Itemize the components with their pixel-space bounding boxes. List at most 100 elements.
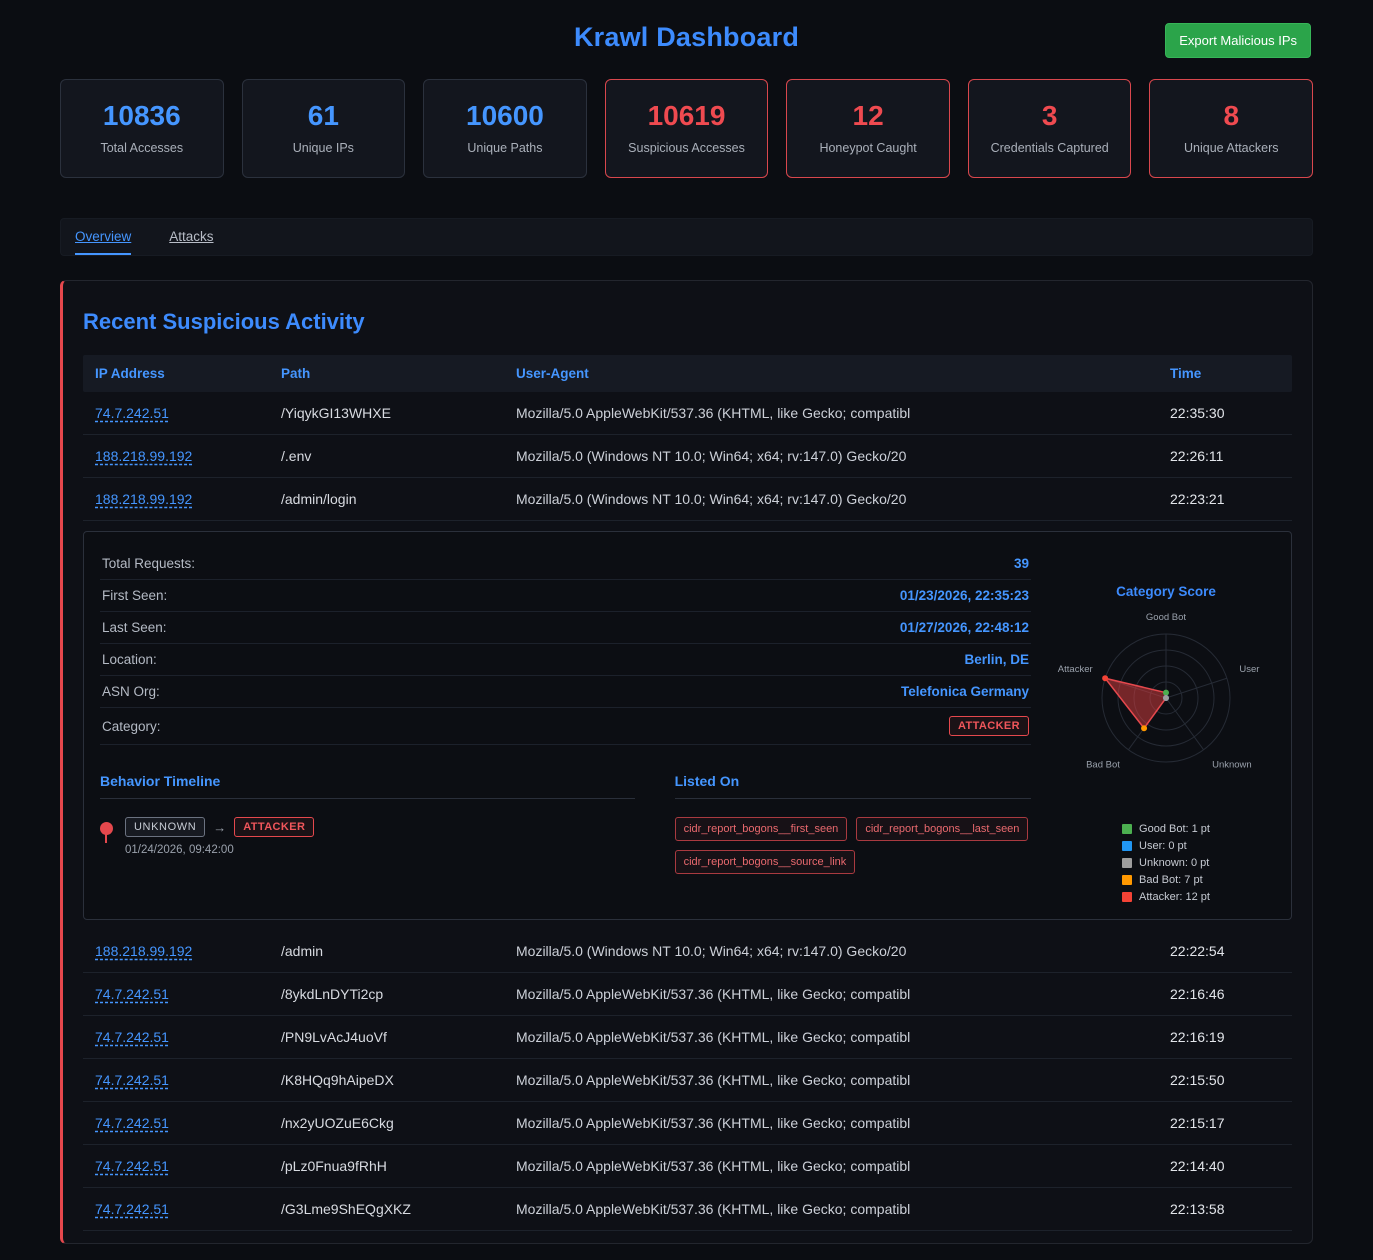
ip-link[interactable]: 188.218.99.192 (95, 943, 192, 959)
ip-link[interactable]: 74.7.242.51 (95, 405, 169, 421)
stat-value: 61 (249, 100, 399, 132)
ip-link[interactable]: 74.7.242.51 (95, 1072, 169, 1088)
svg-text:Bad Bot: Bad Bot (1086, 760, 1120, 771)
detail-field-value: Telefonica Germany (901, 684, 1029, 699)
legend-swatch (1122, 841, 1132, 851)
ip-cell: 74.7.242.51 (95, 1029, 281, 1045)
detail-field-label: ASN Org: (102, 684, 160, 699)
table-row[interactable]: 74.7.242.51 /pLz0Fnua9fRhH Mozilla/5.0 A… (83, 1145, 1292, 1188)
user-agent-cell: Mozilla/5.0 AppleWebKit/537.36 (KHTML, l… (516, 1029, 1170, 1045)
stat-label: Unique Attackers (1156, 141, 1306, 155)
user-agent-cell: Mozilla/5.0 AppleWebKit/537.36 (KHTML, l… (516, 1072, 1170, 1088)
ip-link[interactable]: 74.7.242.51 (95, 1201, 169, 1217)
radar-chart-title: Category Score (1116, 584, 1216, 599)
arrow-right-icon: → (213, 820, 226, 835)
time-cell: 22:23:21 (1170, 491, 1280, 507)
radar-legend: Good Bot: 1 pt User: 0 pt Unknown: 0 pt (1122, 823, 1210, 903)
ip-link[interactable]: 74.7.242.51 (95, 986, 169, 1002)
detail-bottom: Behavior Timeline UNKNOWN → ATTACKER 01/… (100, 773, 1031, 874)
listed-on-title: Listed On (675, 773, 1031, 799)
ip-detail-panel: Total Requests: 39 First Seen: 01/23/202… (83, 531, 1292, 920)
path-cell: /admin/login (281, 491, 516, 507)
blocklist-chip: cidr_report_bogons__first_seen (675, 817, 848, 841)
export-malicious-ips-button[interactable]: Export Malicious IPs (1165, 23, 1311, 58)
legend-label: Bad Bot: 7 pt (1139, 874, 1203, 886)
stat-value: 8 (1156, 100, 1306, 132)
detail-field-row: Total Requests: 39 (100, 548, 1031, 580)
table-row[interactable]: 74.7.242.51 /YiqykGI13WHXE Mozilla/5.0 A… (83, 392, 1292, 435)
legend-label: Good Bot: 1 pt (1139, 823, 1210, 835)
table-row[interactable]: 188.218.99.192 /admin/login Mozilla/5.0 … (83, 478, 1292, 521)
header: Krawl Dashboard Export Malicious IPs (0, 0, 1373, 63)
table-row[interactable]: 188.218.99.192 /admin Mozilla/5.0 (Windo… (83, 930, 1292, 973)
detail-field-row: Last Seen: 01/27/2026, 22:48:12 (100, 612, 1031, 644)
detail-field-value: 39 (1014, 556, 1029, 571)
detail-field-label: Total Requests: (102, 556, 195, 571)
legend-label: Unknown: 0 pt (1139, 857, 1209, 869)
stat-value: 3 (975, 100, 1125, 132)
table-rows-bottom: 188.218.99.192 /admin Mozilla/5.0 (Windo… (83, 930, 1292, 1231)
radar-chart: Good BotUserUnknownBad BotAttacker (1051, 601, 1281, 801)
timeline-pin-icon (100, 822, 113, 835)
path-cell: /pLz0Fnua9fRhH (281, 1158, 516, 1174)
path-cell: /admin (281, 943, 516, 959)
table-header: IP Address Path User-Agent Time (83, 355, 1292, 392)
svg-text:User: User (1239, 664, 1259, 675)
time-cell: 22:15:17 (1170, 1115, 1280, 1131)
path-cell: /YiqykGI13WHXE (281, 405, 516, 421)
time-cell: 22:26:11 (1170, 448, 1280, 464)
ip-cell: 188.218.99.192 (95, 943, 281, 959)
time-cell: 22:16:19 (1170, 1029, 1280, 1045)
time-cell: 22:35:30 (1170, 405, 1280, 421)
detail-field-label: Last Seen: (102, 620, 167, 635)
detail-field-row: First Seen: 01/23/2026, 22:35:23 (100, 580, 1031, 612)
stat-label: Credentials Captured (975, 141, 1125, 155)
ip-link[interactable]: 188.218.99.192 (95, 491, 192, 507)
legend-swatch (1122, 875, 1132, 885)
path-cell: /K8HQq9hAipeDX (281, 1072, 516, 1088)
ip-link[interactable]: 74.7.242.51 (95, 1115, 169, 1131)
timeline-entry: UNKNOWN → ATTACKER 01/24/2026, 09:42:00 (100, 817, 635, 856)
ip-cell: 188.218.99.192 (95, 448, 281, 464)
table-row[interactable]: 74.7.242.51 /PN9LvAcJ4uoVf Mozilla/5.0 A… (83, 1016, 1292, 1059)
time-cell: 22:16:46 (1170, 986, 1280, 1002)
stat-card: 10600 Unique Paths (423, 79, 587, 178)
tab-overview[interactable]: Overview (75, 219, 131, 255)
timeline-from-badge: UNKNOWN (125, 817, 205, 837)
ip-detail-info: Total Requests: 39 First Seen: 01/23/202… (100, 548, 1031, 903)
ip-cell: 74.7.242.51 (95, 1072, 281, 1088)
blocklist-chip: cidr_report_bogons__source_link (675, 850, 856, 874)
detail-category-row: Category: ATTACKER (100, 708, 1031, 745)
time-cell: 22:14:40 (1170, 1158, 1280, 1174)
ip-cell: 74.7.242.51 (95, 405, 281, 421)
table-row[interactable]: 188.218.99.192 /.env Mozilla/5.0 (Window… (83, 435, 1292, 478)
col-header-ip: IP Address (95, 366, 281, 381)
col-header-path: Path (281, 366, 516, 381)
svg-text:Attacker: Attacker (1058, 664, 1093, 675)
ip-cell: 74.7.242.51 (95, 986, 281, 1002)
table-rows-top: 74.7.242.51 /YiqykGI13WHXE Mozilla/5.0 A… (83, 392, 1292, 521)
table-row[interactable]: 74.7.242.51 /K8HQq9hAipeDX Mozilla/5.0 A… (83, 1059, 1292, 1102)
stat-label: Unique IPs (249, 141, 399, 155)
legend-item: Unknown: 0 pt (1122, 857, 1210, 869)
listed-on-section: Listed On cidr_report_bogons__first_seen… (675, 773, 1031, 874)
table-row[interactable]: 74.7.242.51 /nx2yUOZuE6Ckg Mozilla/5.0 A… (83, 1102, 1292, 1145)
legend-label: User: 0 pt (1139, 840, 1187, 852)
detail-field-value: 01/23/2026, 22:35:23 (900, 588, 1029, 603)
stat-value: 12 (793, 100, 943, 132)
ip-link[interactable]: 74.7.242.51 (95, 1029, 169, 1045)
ip-cell: 74.7.242.51 (95, 1158, 281, 1174)
legend-item: Attacker: 12 pt (1122, 891, 1210, 903)
category-attacker-badge: ATTACKER (949, 716, 1029, 736)
ip-cell: 188.218.99.192 (95, 491, 281, 507)
stat-label: Honeypot Caught (793, 141, 943, 155)
tab-attacks[interactable]: Attacks (169, 219, 213, 255)
path-cell: /8ykdLnDYTi2cp (281, 986, 516, 1002)
table-row[interactable]: 74.7.242.51 /8ykdLnDYTi2cp Mozilla/5.0 A… (83, 973, 1292, 1016)
stat-label: Unique Paths (430, 141, 580, 155)
table-row[interactable]: 74.7.242.51 /G3Lme9ShEQgXKZ Mozilla/5.0 … (83, 1188, 1292, 1231)
detail-fields: Total Requests: 39 First Seen: 01/23/202… (100, 548, 1031, 708)
ip-link[interactable]: 188.218.99.192 (95, 448, 192, 464)
listed-on-chips: cidr_report_bogons__first_seen cidr_repo… (675, 817, 1031, 874)
ip-link[interactable]: 74.7.242.51 (95, 1158, 169, 1174)
